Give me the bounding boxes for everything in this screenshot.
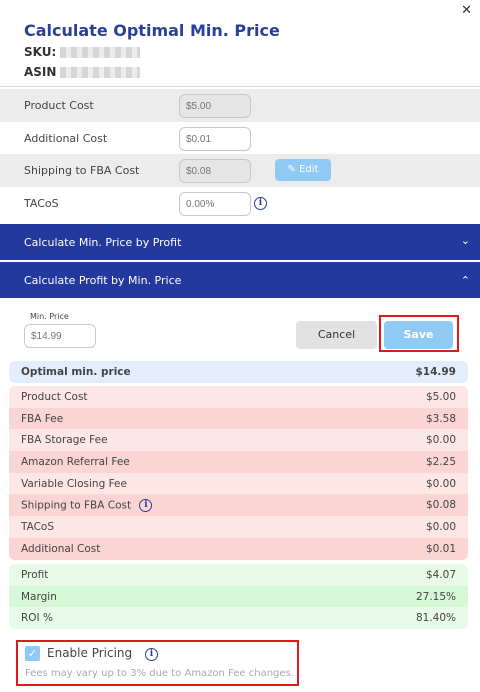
breakdown-label: Variable Closing Fee bbox=[21, 477, 127, 490]
breakdown-label: Additional Cost bbox=[21, 542, 101, 555]
pencil-icon: ✎ bbox=[287, 164, 296, 175]
info-icon[interactable]: i bbox=[139, 498, 153, 512]
breakdown-value: $0.00 bbox=[425, 477, 456, 490]
breakdown-value: $3.58 bbox=[425, 412, 456, 425]
min-price-label: Min. Price bbox=[30, 312, 69, 321]
results-panel: Profit $4.07 Margin 27.15% ROI % 81.40% bbox=[9, 564, 468, 630]
accordion-min-price-by-profit[interactable]: Calculate Min. Price by Profit ⌄ bbox=[0, 224, 480, 260]
chevron-up-icon: ⌃ bbox=[460, 274, 470, 287]
divider bbox=[0, 86, 480, 87]
sku-line: SKU: bbox=[24, 45, 141, 59]
cancel-button[interactable]: Cancel bbox=[296, 321, 377, 349]
breakdown-value: $0.01 bbox=[425, 542, 456, 555]
result-value: $4.07 bbox=[425, 568, 456, 581]
result-row: Margin 27.15% bbox=[9, 585, 468, 608]
breakdown-value: $2.25 bbox=[425, 455, 456, 468]
breakdown-row: Amazon Referral Fee $2.25 bbox=[9, 451, 468, 473]
chevron-down-icon: ⌄ bbox=[460, 234, 470, 247]
result-label: Margin bbox=[21, 590, 57, 603]
tacos-label: TACoS bbox=[24, 197, 59, 210]
additional-cost-label: Additional Cost bbox=[24, 132, 108, 145]
breakdown-label: Amazon Referral Fee bbox=[21, 455, 130, 468]
shipping-cost-input[interactable] bbox=[179, 159, 251, 183]
breakdown-label: FBA Storage Fee bbox=[21, 434, 108, 447]
edit-shipping-button[interactable]: ✎ Edit bbox=[275, 159, 331, 181]
tacos-input[interactable] bbox=[179, 192, 251, 216]
result-value: 81.40% bbox=[415, 612, 456, 625]
enable-pricing-highlight-box bbox=[16, 640, 299, 686]
breakdown-row: Product Cost $5.00 bbox=[9, 386, 468, 408]
dialog-title: Calculate Optimal Min. Price bbox=[24, 21, 280, 40]
optimal-price-label: Optimal min. price bbox=[21, 366, 131, 378]
result-row: Profit $4.07 bbox=[9, 564, 468, 586]
breakdown-row: FBA Fee $3.58 bbox=[9, 407, 468, 430]
breakdown-row: Shipping to FBA Cost i $0.08 bbox=[9, 494, 468, 517]
min-price-input[interactable] bbox=[24, 324, 96, 348]
result-row: ROI % 81.40% bbox=[9, 607, 468, 630]
additional-cost-row: Additional Cost bbox=[0, 122, 480, 155]
breakdown-row: Additional Cost $0.01 bbox=[9, 537, 468, 560]
edit-label: Edit bbox=[299, 164, 319, 175]
result-label: Profit bbox=[21, 568, 49, 581]
tacos-row: TACoS i bbox=[0, 187, 480, 220]
breakdown-value: $5.00 bbox=[425, 390, 456, 403]
breakdown-value: $0.00 bbox=[425, 434, 456, 447]
asin-line: ASIN bbox=[24, 65, 141, 79]
info-icon[interactable]: i bbox=[254, 197, 267, 210]
breakdown-row: Variable Closing Fee $0.00 bbox=[9, 472, 468, 495]
asin-label: ASIN bbox=[24, 65, 57, 79]
product-cost-row: Product Cost bbox=[0, 89, 480, 122]
shipping-cost-label: Shipping to FBA Cost bbox=[24, 164, 140, 177]
breakdown-label: Product Cost bbox=[21, 390, 88, 403]
sku-label: SKU: bbox=[24, 45, 57, 59]
optimal-price-row: Optimal min. price $14.99 bbox=[9, 361, 468, 383]
breakdown-value: $0.08 bbox=[425, 499, 456, 512]
asin-redacted bbox=[60, 67, 141, 78]
result-label: ROI % bbox=[21, 612, 53, 625]
sku-redacted bbox=[60, 47, 141, 58]
accordion-profit-by-min-price[interactable]: Calculate Profit by Min. Price ⌃ bbox=[0, 262, 480, 298]
close-icon[interactable]: ✕ bbox=[461, 3, 472, 18]
optimal-price-value: $14.99 bbox=[415, 366, 456, 378]
additional-cost-input[interactable] bbox=[179, 127, 251, 151]
result-value: 27.15% bbox=[415, 590, 456, 603]
breakdown-label-with-info: Shipping to FBA Cost i bbox=[21, 498, 153, 512]
cost-breakdown-panel: Product Cost $5.00 FBA Fee $3.58 FBA Stora… bbox=[9, 386, 468, 560]
breakdown-label: TACoS bbox=[21, 520, 55, 533]
breakdown-value: $0.00 bbox=[425, 520, 456, 533]
save-highlight-box bbox=[379, 315, 459, 352]
product-cost-input[interactable] bbox=[179, 94, 251, 118]
breakdown-row: TACoS $0.00 bbox=[9, 516, 468, 538]
optimal-price-panel: Optimal min. price $14.99 bbox=[9, 361, 468, 383]
shipping-cost-row: Shipping to FBA Cost ✎ Edit bbox=[0, 154, 480, 187]
product-cost-label: Product Cost bbox=[24, 99, 94, 112]
breakdown-label: Shipping to FBA Cost bbox=[21, 499, 132, 512]
breakdown-label: FBA Fee bbox=[21, 412, 64, 425]
breakdown-row: FBA Storage Fee $0.00 bbox=[9, 429, 468, 452]
accordion-label: Calculate Min. Price by Profit bbox=[24, 236, 182, 249]
accordion-label: Calculate Profit by Min. Price bbox=[24, 274, 182, 287]
